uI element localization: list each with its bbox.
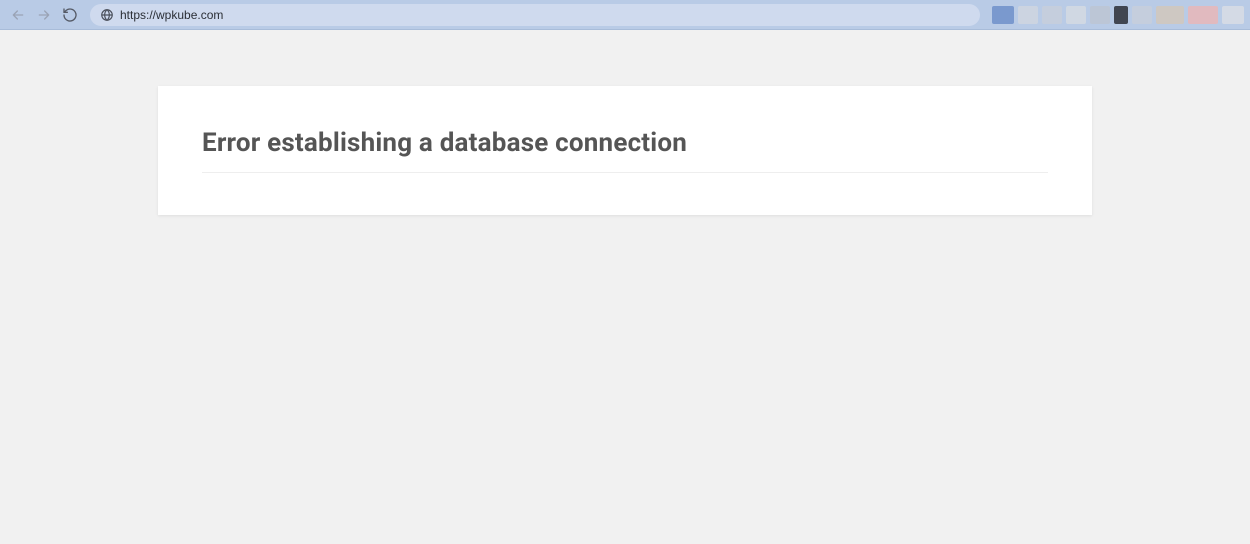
extension-icon[interactable] xyxy=(1132,6,1152,24)
extension-icon[interactable] xyxy=(1066,6,1086,24)
page-viewport: Error establishing a database connection xyxy=(0,30,1250,544)
extension-icon[interactable] xyxy=(1114,6,1128,24)
forward-icon xyxy=(36,7,52,23)
extension-icon[interactable] xyxy=(1222,6,1244,24)
extension-area xyxy=(992,6,1244,24)
extension-icon[interactable] xyxy=(992,6,1014,24)
reload-button[interactable] xyxy=(60,5,80,25)
browser-toolbar xyxy=(0,0,1250,30)
globe-icon xyxy=(100,8,114,22)
back-icon xyxy=(10,7,26,23)
error-heading: Error establishing a database connection xyxy=(202,128,1048,173)
address-input[interactable] xyxy=(120,8,970,22)
extension-icon[interactable] xyxy=(1188,6,1218,24)
extension-icon[interactable] xyxy=(1018,6,1038,24)
address-bar[interactable] xyxy=(90,4,980,26)
forward-button[interactable] xyxy=(34,5,54,25)
extension-icon[interactable] xyxy=(1042,6,1062,24)
back-button[interactable] xyxy=(8,5,28,25)
reload-icon xyxy=(62,7,78,23)
extension-icon[interactable] xyxy=(1156,6,1184,24)
extension-icon[interactable] xyxy=(1090,6,1110,24)
error-card: Error establishing a database connection xyxy=(158,86,1092,215)
